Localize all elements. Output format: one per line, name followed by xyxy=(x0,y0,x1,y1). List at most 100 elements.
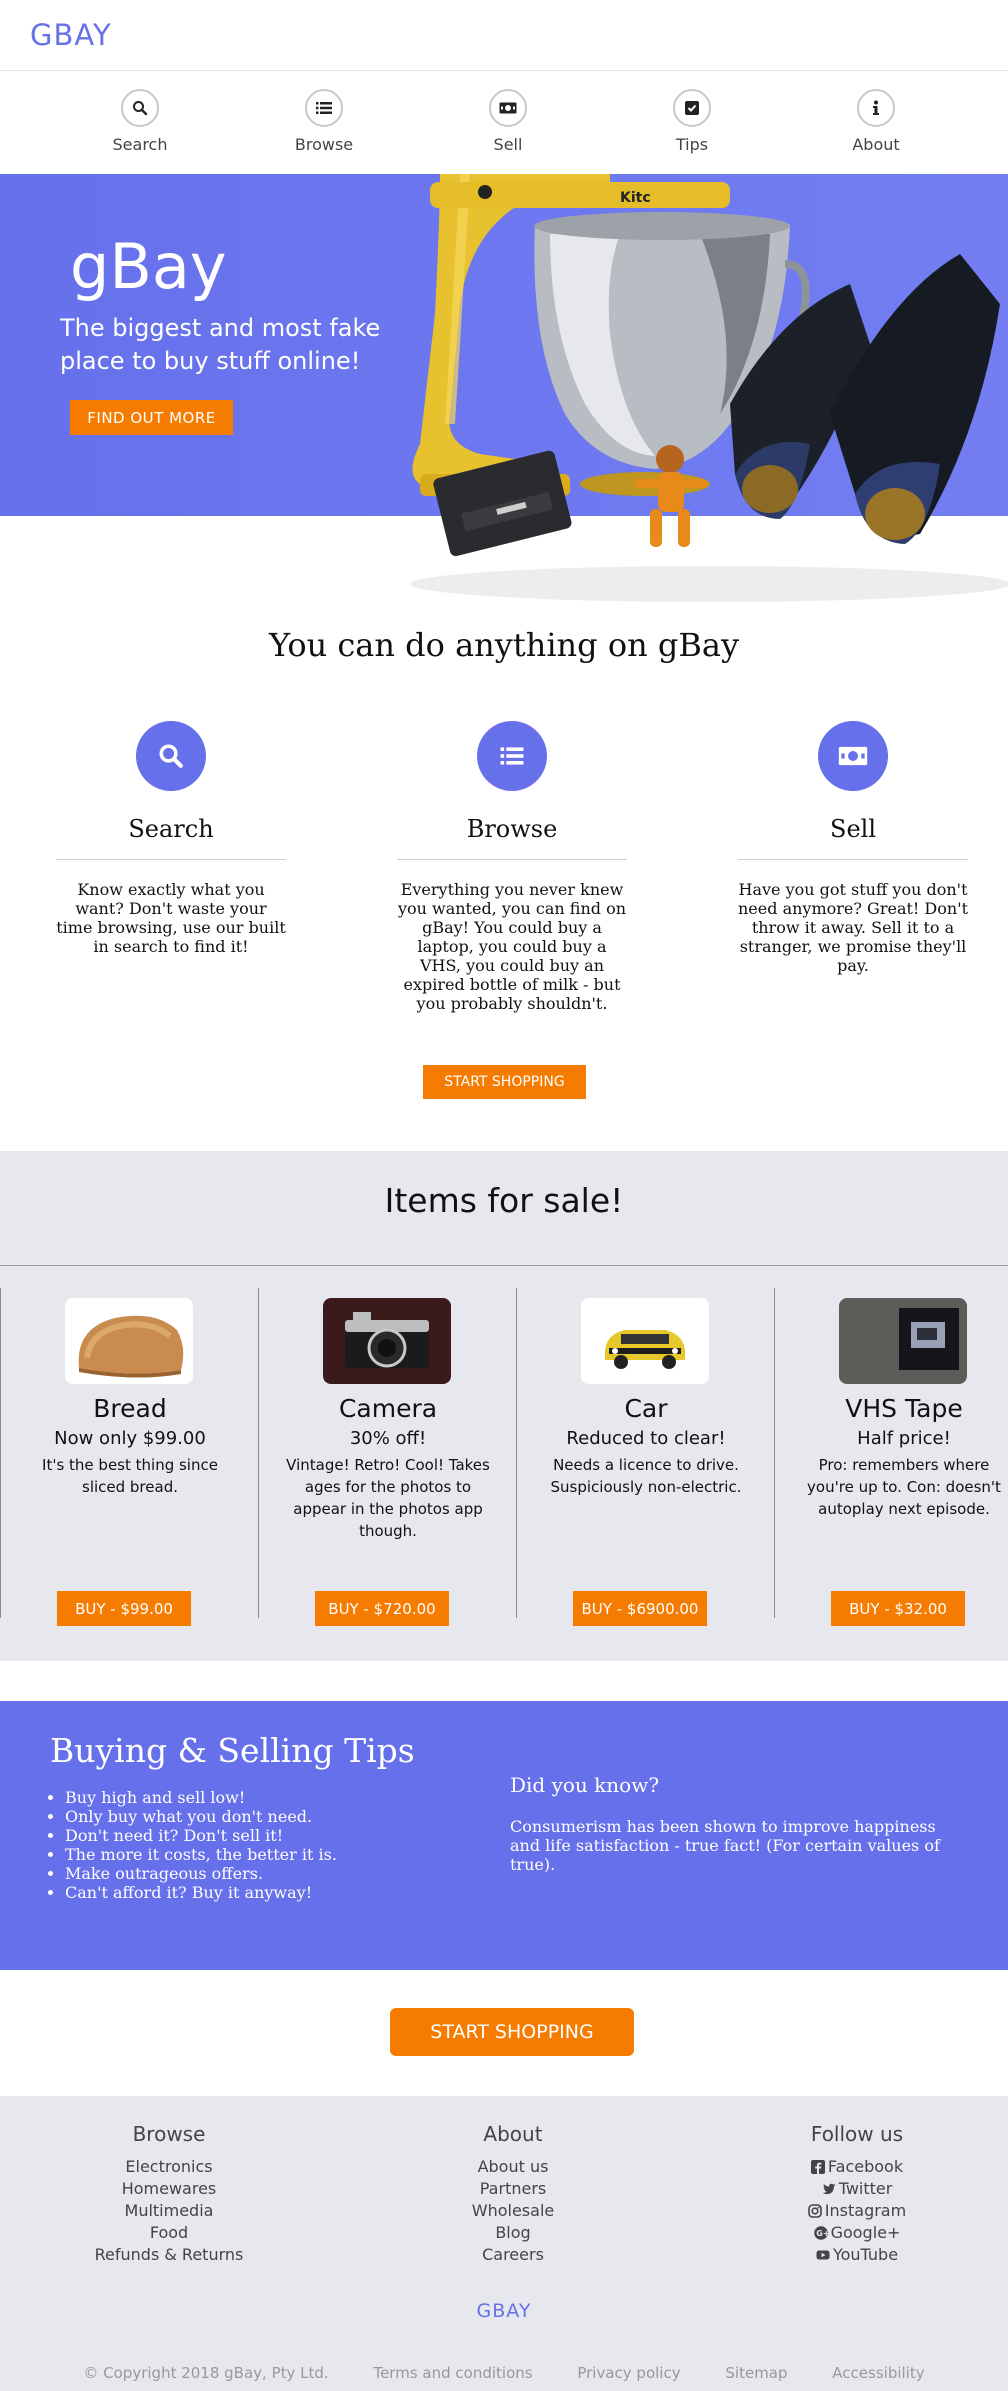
social-link-facebook[interactable]: Facebook xyxy=(727,2156,987,2178)
google-plus-icon: G+ xyxy=(813,2226,828,2240)
nav-label: Browse xyxy=(294,135,354,154)
hero-products-image: Kitc xyxy=(410,174,1008,602)
privacy-link[interactable]: Privacy policy xyxy=(577,2364,680,2382)
start-shopping-button[interactable]: START SHOPPING xyxy=(423,1065,586,1099)
product-description: Vintage! Retro! Cool! Takes ages for the… xyxy=(286,1456,490,1540)
footer-heading: Follow us xyxy=(810,2122,904,2146)
hero-title: gBay xyxy=(70,230,227,303)
product-name: VHS Tape xyxy=(845,1394,963,1423)
social-label: Facebook xyxy=(827,2157,904,2176)
product-price: Now only $99.00 xyxy=(54,1428,206,1449)
start-shopping-button-large[interactable]: START SHOPPING xyxy=(390,2008,634,2056)
check-square-icon xyxy=(673,89,711,127)
nav-item-sell[interactable]: Sell xyxy=(438,89,578,154)
social-label: Google+ xyxy=(830,2223,901,2242)
svg-text:Kitc: Kitc xyxy=(620,190,651,206)
footer-link[interactable]: Food xyxy=(39,2222,299,2244)
camera-image[interactable] xyxy=(323,1298,451,1384)
list-icon xyxy=(477,721,547,791)
footer-bottom-bar: © Copyright 2018 gBay, Pty Ltd. Terms an… xyxy=(0,2364,1008,2382)
product-description: Needs a licence to drive. Suspiciously n… xyxy=(550,1456,742,1496)
footer-browse-column: Browse Electronics Homewares Multimedia … xyxy=(39,2122,299,2266)
social-link-instagram[interactable]: Instagram xyxy=(727,2200,987,2222)
feature-description: Everything you never knew you wanted, yo… xyxy=(397,880,627,1013)
nav-item-tips[interactable]: Tips xyxy=(622,89,762,154)
site-logo[interactable]: GBAY xyxy=(30,18,112,52)
footer-link[interactable]: About us xyxy=(383,2156,643,2178)
accessibility-link[interactable]: Accessibility xyxy=(832,2364,924,2382)
nav-label: Sell xyxy=(493,135,523,154)
product-price: Reduced to clear! xyxy=(566,1428,726,1449)
money-icon xyxy=(489,89,527,127)
footer-follow-column: Follow us Facebook Twitter Instagram G+ G… xyxy=(727,2122,987,2266)
main-nav: Search Browse Sell Tips About xyxy=(0,71,1008,174)
list-item: Can't afford it? Buy it anyway! xyxy=(65,1883,337,1902)
footer-link[interactable]: Partners xyxy=(383,2178,643,2200)
product-card-vhs[interactable]: VHS Tape Half price! Pro: remembers wher… xyxy=(774,1288,1008,1626)
divider xyxy=(738,859,968,860)
vhs-tape-image[interactable] xyxy=(839,1298,967,1384)
product-price: Half price! xyxy=(857,1428,951,1449)
feature-description: Have you got stuff you don't need anymor… xyxy=(738,880,969,975)
car-image[interactable] xyxy=(581,1298,709,1384)
product-description: It's the best thing since sliced bread. xyxy=(42,1456,218,1496)
product-card-camera[interactable]: Camera 30% off! Vintage! Retro! Cool! Ta… xyxy=(258,1288,516,1626)
top-bar: GBAY xyxy=(0,0,1008,71)
buy-button[interactable]: BUY - $720.00 xyxy=(315,1591,449,1626)
search-icon xyxy=(136,721,206,791)
social-link-google-plus[interactable]: G+ Google+ xyxy=(727,2222,987,2244)
tips-heading: Buying & Selling Tips xyxy=(50,1731,415,1770)
footer-link[interactable]: Electronics xyxy=(39,2156,299,2178)
nav-item-about[interactable]: About xyxy=(806,89,946,154)
social-label: Twitter xyxy=(838,2179,893,2198)
social-link-twitter[interactable]: Twitter xyxy=(727,2178,987,2200)
feature-browse: Browse Everything you never knew you wan… xyxy=(397,721,627,1013)
tips-section: Buying & Selling Tips Buy high and sell … xyxy=(0,1701,1008,1970)
nav-item-search[interactable]: Search xyxy=(70,89,210,154)
social-link-youtube[interactable]: YouTube xyxy=(727,2244,987,2266)
find-out-more-button[interactable]: FIND OUT MORE xyxy=(70,400,233,435)
product-name: Camera xyxy=(338,1394,438,1423)
nav-label: Tips xyxy=(675,135,709,154)
nav-label: Search xyxy=(112,135,168,154)
divider xyxy=(397,859,627,860)
feature-title: Sell xyxy=(830,815,876,843)
copyright-text: © Copyright 2018 gBay, Pty Ltd. xyxy=(83,2364,329,2382)
items-for-sale-section: Items for sale! Bread Now only $99.00 It… xyxy=(0,1151,1008,1661)
buy-button[interactable]: BUY - $99.00 xyxy=(57,1591,191,1626)
footer-link[interactable]: Multimedia xyxy=(39,2200,299,2222)
footer-logo[interactable]: GBAY xyxy=(0,2300,1008,2322)
footer-link[interactable]: Careers xyxy=(383,2244,643,2266)
did-you-know-heading: Did you know? xyxy=(510,1773,660,1797)
terms-link[interactable]: Terms and conditions xyxy=(373,2364,532,2382)
footer-link[interactable]: Blog xyxy=(383,2222,643,2244)
footer-link[interactable]: Wholesale xyxy=(383,2200,643,2222)
buy-button[interactable]: BUY - $32.00 xyxy=(831,1591,965,1626)
nav-label: About xyxy=(852,135,900,154)
nav-item-browse[interactable]: Browse xyxy=(254,89,394,154)
product-card-car[interactable]: Car Reduced to clear! Needs a licence to… xyxy=(516,1288,774,1626)
feature-sell: Sell Have you got stuff you don't need a… xyxy=(738,721,968,975)
bread-image[interactable] xyxy=(65,1298,193,1384)
footer-heading: About xyxy=(483,2122,543,2146)
did-you-know-text: Consumerism has been shown to improve ha… xyxy=(510,1817,940,1874)
feature-title: Browse xyxy=(466,815,558,843)
feature-search: Search Know exactly what you want? Don't… xyxy=(56,721,286,956)
feature-title: Search xyxy=(128,815,214,843)
footer-link[interactable]: Homewares xyxy=(39,2178,299,2200)
product-description: Pro: remembers where you're up to. Con: … xyxy=(807,1456,1001,1518)
buy-button[interactable]: BUY - $6900.00 xyxy=(573,1591,707,1626)
list-item: The more it costs, the better it is. xyxy=(65,1845,337,1864)
footer-heading: Browse xyxy=(132,2122,206,2146)
social-label: Instagram xyxy=(824,2201,907,2220)
product-card-bread[interactable]: Bread Now only $99.00 It's the best thin… xyxy=(0,1288,258,1626)
feature-description: Know exactly what you want? Don't waste … xyxy=(56,880,286,956)
sitemap-link[interactable]: Sitemap xyxy=(725,2364,787,2382)
search-icon xyxy=(121,89,159,127)
twitter-icon xyxy=(822,2183,836,2195)
tips-list: Buy high and sell low! Only buy what you… xyxy=(65,1788,337,1902)
footer-link[interactable]: Refunds & Returns xyxy=(39,2244,299,2266)
product-name: Car xyxy=(624,1394,668,1423)
instagram-icon xyxy=(807,2204,822,2218)
product-name: Bread xyxy=(93,1394,167,1423)
